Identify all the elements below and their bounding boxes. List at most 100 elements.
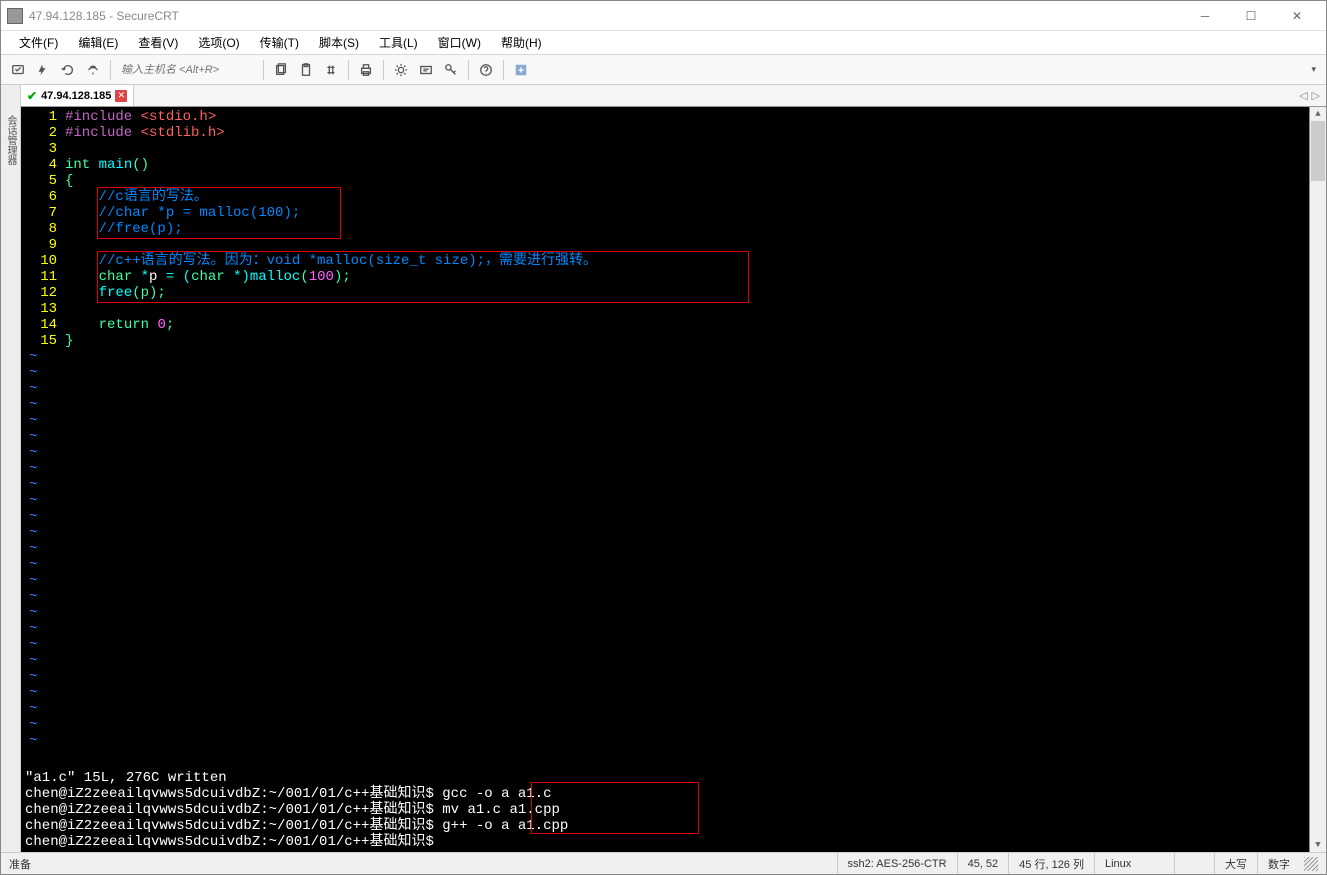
line-number: 12 bbox=[21, 285, 65, 301]
code-comment: //char *p = malloc(100); bbox=[99, 205, 301, 221]
code-text: #include bbox=[65, 125, 132, 141]
menu-tools[interactable]: 工具(L) bbox=[371, 31, 426, 54]
line-number: 6 bbox=[21, 189, 65, 205]
session-tab[interactable]: ✔ 47.94.128.185 ✕ bbox=[21, 85, 134, 106]
scroll-thumb[interactable] bbox=[1311, 121, 1325, 181]
code-text: <stdlib.h> bbox=[141, 125, 225, 141]
vim-tilde: ~ bbox=[21, 557, 65, 573]
maximize-button[interactable]: ☐ bbox=[1228, 2, 1274, 30]
toolbar: ▾ bbox=[1, 55, 1326, 85]
minimize-button[interactable]: ─ bbox=[1182, 2, 1228, 30]
session-options-icon[interactable] bbox=[415, 59, 437, 81]
line-number: 10 bbox=[21, 253, 65, 269]
line-number: 2 bbox=[21, 125, 65, 141]
menu-transfer[interactable]: 传输(T) bbox=[252, 31, 307, 54]
tab-next-icon[interactable]: ▷ bbox=[1312, 89, 1320, 102]
code-text: { bbox=[65, 173, 73, 189]
options-icon[interactable] bbox=[390, 59, 412, 81]
vim-status: "a1.c" 15L, 276C written bbox=[25, 770, 1306, 786]
menu-options[interactable]: 选项(O) bbox=[190, 31, 247, 54]
menu-file[interactable]: 文件(F) bbox=[11, 31, 66, 54]
code-text: = ( bbox=[166, 269, 191, 285]
code-text: ( bbox=[300, 269, 308, 285]
reconnect-icon[interactable] bbox=[57, 59, 79, 81]
vim-tilde: ~ bbox=[21, 733, 65, 749]
vim-tilde: ~ bbox=[21, 349, 65, 365]
vim-tilde: ~ bbox=[21, 365, 65, 381]
vim-tilde: ~ bbox=[21, 541, 65, 557]
find-icon[interactable] bbox=[320, 59, 342, 81]
menu-window[interactable]: 窗口(W) bbox=[430, 31, 489, 54]
host-input[interactable] bbox=[117, 60, 257, 80]
code-text: free bbox=[99, 285, 133, 301]
tab-close-icon[interactable]: ✕ bbox=[115, 90, 127, 102]
status-term-type: Linux bbox=[1094, 853, 1174, 874]
sidebar-toggle[interactable] bbox=[1, 85, 21, 107]
vim-tilde: ~ bbox=[21, 653, 65, 669]
separator bbox=[383, 60, 384, 80]
paste-icon[interactable] bbox=[295, 59, 317, 81]
shell-command: g++ -o a a1.cpp bbox=[434, 818, 568, 834]
resize-grip[interactable] bbox=[1304, 857, 1318, 871]
sftp-icon[interactable] bbox=[510, 59, 532, 81]
vim-tilde: ~ bbox=[21, 717, 65, 733]
vim-tilde: ~ bbox=[21, 445, 65, 461]
vim-tilde: ~ bbox=[21, 525, 65, 541]
code-text: malloc bbox=[250, 269, 300, 285]
code-text: * bbox=[132, 269, 149, 285]
code-text: p bbox=[149, 269, 166, 285]
window-controls: ─ ☐ ✕ bbox=[1182, 2, 1320, 30]
vim-tilde: ~ bbox=[21, 669, 65, 685]
vim-tilde: ~ bbox=[21, 509, 65, 525]
line-number: 13 bbox=[21, 301, 65, 317]
vim-tilde: ~ bbox=[21, 381, 65, 397]
menu-edit[interactable]: 编辑(E) bbox=[70, 31, 126, 54]
print-icon[interactable] bbox=[355, 59, 377, 81]
shell-prompt: chen@iZ2zeeailqvwws5dcuivdbZ:~/001/01/c+… bbox=[25, 786, 434, 802]
separator bbox=[263, 60, 264, 80]
vim-tilde: ~ bbox=[21, 397, 65, 413]
code-text: return bbox=[99, 317, 149, 333]
vim-tilde: ~ bbox=[21, 429, 65, 445]
shell-prompt: chen@iZ2zeeailqvwws5dcuivdbZ:~/001/01/c+… bbox=[25, 802, 434, 818]
line-number: 7 bbox=[21, 205, 65, 221]
line-number: 9 bbox=[21, 237, 65, 253]
terminal-scrollbar[interactable]: ▲ ▼ bbox=[1309, 107, 1326, 852]
quick-connect-icon[interactable] bbox=[32, 59, 54, 81]
code-text: char bbox=[191, 269, 225, 285]
code-comment: //free(p); bbox=[99, 221, 183, 237]
separator bbox=[503, 60, 504, 80]
workspace: 会话管理器 1#include <stdio.h> 2#include <std… bbox=[1, 107, 1326, 852]
menu-help[interactable]: 帮助(H) bbox=[493, 31, 550, 54]
status-ssh: ssh2: AES-256-CTR bbox=[837, 853, 957, 874]
disconnect-icon[interactable] bbox=[82, 59, 104, 81]
line-number: 8 bbox=[21, 221, 65, 237]
scroll-down-icon[interactable]: ▼ bbox=[1310, 838, 1326, 852]
connect-icon[interactable] bbox=[7, 59, 29, 81]
code-text: <stdio.h> bbox=[141, 109, 217, 125]
session-manager-sidebar[interactable]: 会话管理器 bbox=[1, 107, 21, 852]
vim-tilde: ~ bbox=[21, 685, 65, 701]
vim-tilde: ~ bbox=[21, 605, 65, 621]
shell-command: mv a1.c a1.cpp bbox=[434, 802, 560, 818]
vim-tilde: ~ bbox=[21, 637, 65, 653]
menu-view[interactable]: 查看(V) bbox=[130, 31, 186, 54]
code-text: main bbox=[90, 157, 132, 173]
tab-prev-icon[interactable]: ◁ bbox=[1299, 89, 1307, 102]
help-icon[interactable] bbox=[475, 59, 497, 81]
menu-script[interactable]: 脚本(S) bbox=[311, 31, 367, 54]
terminal[interactable]: 1#include <stdio.h> 2#include <stdlib.h>… bbox=[21, 107, 1326, 852]
shell-prompt: chen@iZ2zeeailqvwws5dcuivdbZ:~/001/01/c+… bbox=[25, 834, 434, 850]
code-area: 1#include <stdio.h> 2#include <stdlib.h>… bbox=[21, 107, 1326, 749]
shell-prompt: chen@iZ2zeeailqvwws5dcuivdbZ:~/001/01/c+… bbox=[25, 818, 434, 834]
vim-tilde: ~ bbox=[21, 621, 65, 637]
copy-icon[interactable] bbox=[270, 59, 292, 81]
close-button[interactable]: ✕ bbox=[1274, 2, 1320, 30]
window-title: 47.94.128.185 - SecureCRT bbox=[29, 9, 1182, 23]
vim-tilde: ~ bbox=[21, 573, 65, 589]
scroll-up-icon[interactable]: ▲ bbox=[1310, 107, 1326, 121]
tab-bar: ✔ 47.94.128.185 ✕ ◁ ▷ bbox=[1, 85, 1326, 107]
key-icon[interactable] bbox=[440, 59, 462, 81]
toolbar-overflow[interactable]: ▾ bbox=[1307, 64, 1320, 75]
code-comment: //c语言的写法。 bbox=[99, 189, 208, 205]
